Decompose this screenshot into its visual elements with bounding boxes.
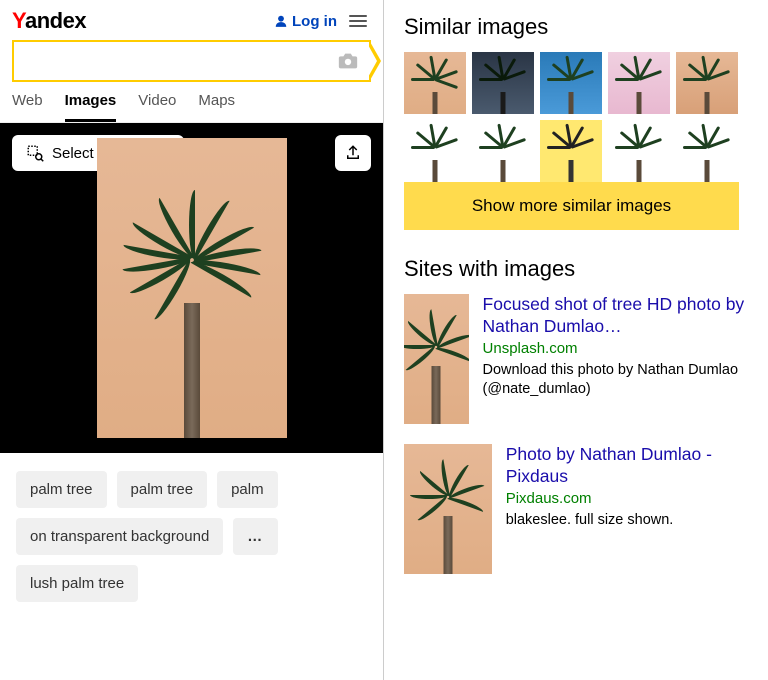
image-viewer: Select a fragment bbox=[0, 123, 383, 453]
tag[interactable]: lush palm tree bbox=[16, 565, 138, 602]
tag[interactable]: palm bbox=[217, 471, 278, 508]
similar-thumb[interactable] bbox=[404, 52, 466, 114]
tab-images[interactable]: Images bbox=[65, 92, 117, 122]
search-wrap bbox=[0, 40, 383, 90]
menu-button[interactable] bbox=[345, 11, 371, 31]
similar-thumb[interactable] bbox=[472, 120, 534, 182]
site-result-text: Photo by Nathan Dumlao - Pixdaus Pixdaus… bbox=[506, 444, 758, 574]
tab-web[interactable]: Web bbox=[12, 92, 43, 122]
site-result-desc: Download this photo by Nathan Dumlao (@n… bbox=[483, 361, 758, 400]
similar-thumb[interactable] bbox=[608, 52, 670, 114]
login-button[interactable]: Log in bbox=[274, 13, 337, 30]
similar-thumb[interactable] bbox=[676, 52, 738, 114]
search-bar bbox=[12, 40, 371, 82]
crop-icon bbox=[26, 144, 44, 162]
tag[interactable]: palm tree bbox=[16, 471, 107, 508]
tab-video[interactable]: Video bbox=[138, 92, 176, 122]
camera-icon[interactable] bbox=[337, 50, 359, 72]
tab-maps[interactable]: Maps bbox=[198, 92, 235, 122]
main-image[interactable] bbox=[97, 138, 287, 438]
right-pane: Similar images Show more similar images … bbox=[384, 0, 768, 680]
more-tags-button[interactable]: … bbox=[233, 518, 278, 555]
site-result-desc: blakeslee. full size shown. bbox=[506, 511, 758, 531]
site-result-thumb[interactable] bbox=[404, 294, 469, 424]
search-input[interactable] bbox=[24, 52, 337, 70]
left-pane: Yandex Log in Web Images Video Maps Sele… bbox=[0, 0, 384, 680]
site-result: Focused shot of tree HD photo by Nathan … bbox=[404, 294, 758, 424]
similar-images-heading: Similar images bbox=[404, 14, 758, 40]
site-result-title[interactable]: Photo by Nathan Dumlao - Pixdaus bbox=[506, 444, 758, 488]
sites-with-images-heading: Sites with images bbox=[404, 256, 758, 282]
login-label: Log in bbox=[292, 13, 337, 30]
tag[interactable]: palm tree bbox=[117, 471, 208, 508]
similar-thumb[interactable] bbox=[540, 52, 602, 114]
share-button[interactable] bbox=[335, 135, 371, 171]
tag[interactable]: on transparent background bbox=[16, 518, 223, 555]
logo-y: Y bbox=[12, 8, 25, 33]
site-result-domain[interactable]: Unsplash.com bbox=[483, 340, 758, 357]
show-more-similar-button[interactable]: Show more similar images bbox=[404, 182, 739, 230]
similar-grid bbox=[404, 52, 758, 114]
similar-thumb[interactable] bbox=[540, 120, 602, 182]
similar-grid-row2 bbox=[404, 120, 758, 182]
site-result-text: Focused shot of tree HD photo by Nathan … bbox=[483, 294, 758, 424]
logo[interactable]: Yandex bbox=[12, 8, 86, 34]
site-result-title[interactable]: Focused shot of tree HD photo by Nathan … bbox=[483, 294, 758, 338]
site-result: Photo by Nathan Dumlao - Pixdaus Pixdaus… bbox=[404, 444, 758, 574]
site-result-thumb[interactable] bbox=[404, 444, 492, 574]
tags-container: palm tree palm tree palm on transparent … bbox=[0, 453, 383, 620]
logo-rest: andex bbox=[25, 8, 86, 33]
similar-thumb[interactable] bbox=[676, 120, 738, 182]
user-icon bbox=[274, 14, 288, 28]
header: Yandex Log in bbox=[0, 0, 383, 40]
similar-thumb[interactable] bbox=[472, 52, 534, 114]
share-icon bbox=[344, 144, 362, 162]
similar-thumb[interactable] bbox=[404, 120, 466, 182]
nav-tabs: Web Images Video Maps bbox=[0, 90, 383, 123]
similar-thumb[interactable] bbox=[608, 120, 670, 182]
site-result-domain[interactable]: Pixdaus.com bbox=[506, 490, 758, 507]
